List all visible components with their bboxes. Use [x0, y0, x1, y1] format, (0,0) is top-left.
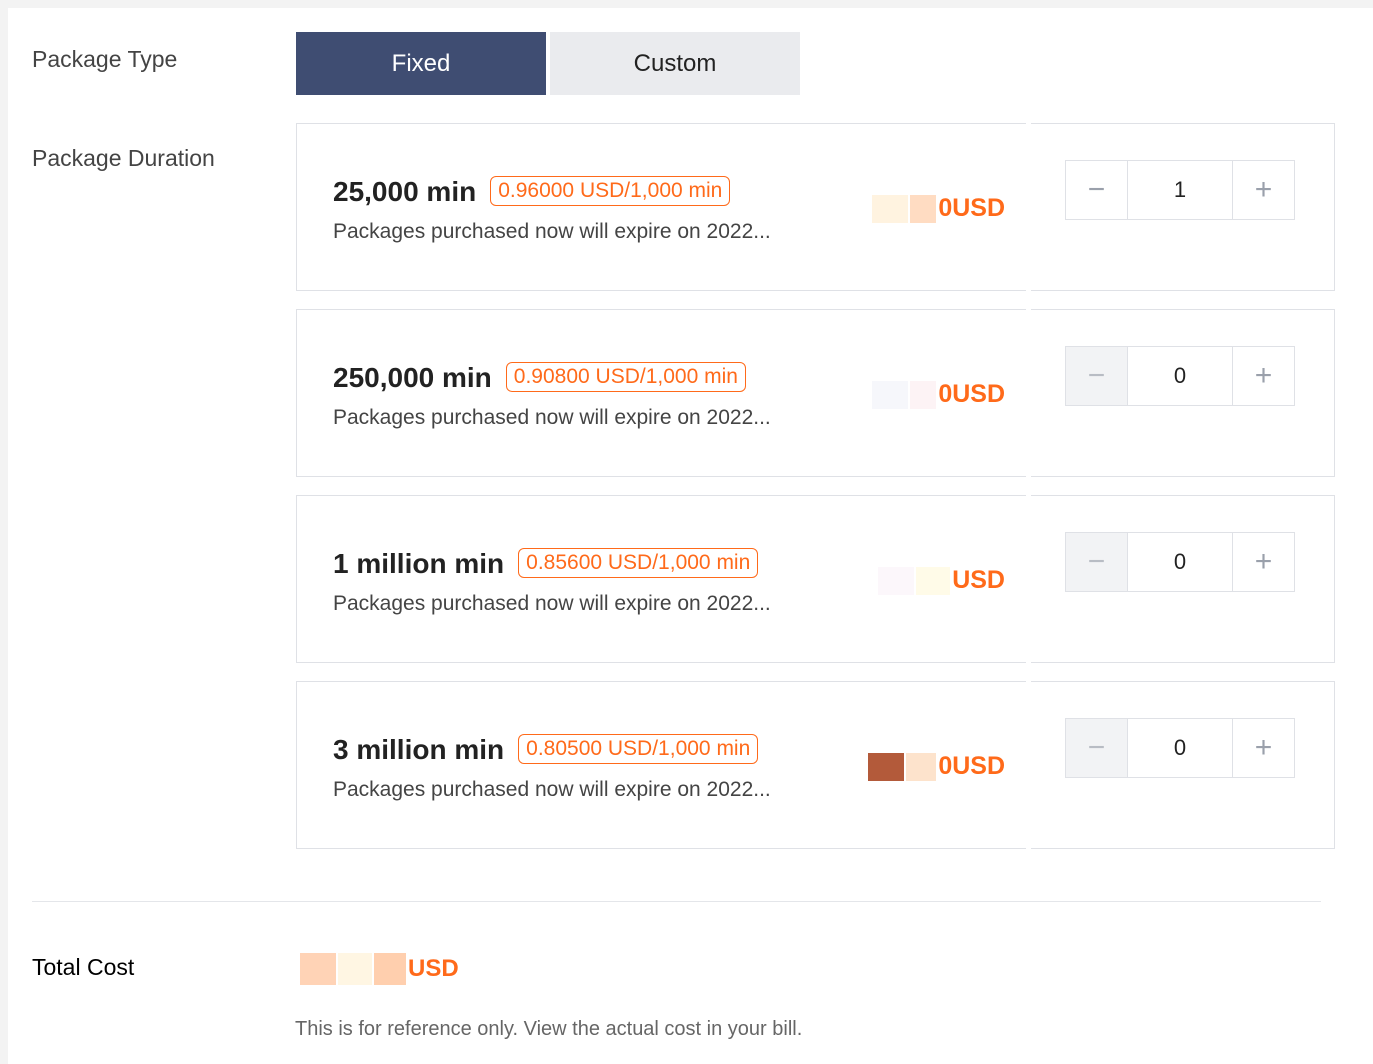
package-type-fixed-button[interactable]: Fixed [296, 32, 546, 95]
increment-button[interactable]: + [1232, 719, 1294, 777]
decrement-button[interactable]: − [1066, 719, 1128, 777]
redacted-blur [910, 194, 937, 223]
package-expire-text: Packages purchased now will expire on 20… [333, 220, 771, 243]
redacted-blur [872, 380, 909, 409]
decrement-button[interactable]: − [1066, 533, 1128, 591]
quantity-box: − + [1031, 681, 1335, 849]
unit-price-tag: 0.80500 USD/1,000 min [518, 734, 759, 764]
total-cost-value: USD [300, 953, 459, 985]
package-type-label: Package Type [32, 46, 178, 72]
package-duration-label: Package Duration [32, 145, 215, 171]
quantity-input[interactable] [1128, 719, 1232, 777]
quantity-input[interactable] [1128, 347, 1232, 405]
quantity-box: − + [1031, 495, 1335, 663]
package-name: 1 million min 0.85600 USD/1,000 min [333, 548, 759, 580]
redacted-blur [906, 752, 937, 781]
package-type-toggle: Fixed Custom [296, 32, 800, 95]
section-divider [32, 901, 1321, 902]
package-name: 250,000 min 0.90800 USD/1,000 min [333, 362, 746, 394]
increment-button[interactable]: + [1232, 161, 1294, 219]
package-name: 25,000 min 0.96000 USD/1,000 min [333, 176, 731, 208]
package-card[interactable]: 3 million min 0.80500 USD/1,000 min Packa… [296, 681, 1040, 849]
purchase-panel: Package Type Fixed Custom Package Durati… [8, 8, 1373, 1064]
total-cost-label: Total Cost [32, 954, 135, 980]
reference-note: This is for reference only. View the act… [295, 1018, 803, 1040]
redacted-blur [300, 953, 336, 985]
package-expire-text: Packages purchased now will expire on 20… [333, 778, 771, 801]
package-card[interactable]: 1 million min 0.85600 USD/1,000 min Packa… [296, 495, 1040, 663]
quantity-input[interactable] [1128, 533, 1232, 591]
package-card[interactable]: 25,000 min 0.96000 USD/1,000 min Packages… [296, 123, 1040, 291]
package-cost: 0USD [872, 194, 1005, 223]
package-cost: USD [878, 566, 1005, 595]
unit-price-tag: 0.85600 USD/1,000 min [518, 548, 759, 578]
package-expire-text: Packages purchased now will expire on 20… [333, 592, 771, 615]
unit-price-tag: 0.96000 USD/1,000 min [490, 176, 731, 206]
redacted-blur [868, 752, 905, 781]
quantity-box: − + [1031, 309, 1335, 477]
redacted-blur [916, 566, 951, 595]
redacted-blur [872, 194, 909, 223]
package-name: 3 million min 0.80500 USD/1,000 min [333, 734, 759, 766]
redacted-blur [878, 566, 915, 595]
package-cost: 0USD [868, 752, 1005, 781]
quantity-input[interactable] [1128, 161, 1232, 219]
unit-price-tag: 0.90800 USD/1,000 min [505, 362, 746, 392]
increment-button[interactable]: + [1232, 533, 1294, 591]
redacted-blur [338, 953, 372, 985]
quantity-stepper: − + [1065, 346, 1295, 406]
quantity-stepper: − + [1065, 532, 1295, 592]
redacted-blur [910, 380, 937, 409]
quantity-stepper: − + [1065, 160, 1295, 220]
decrement-button[interactable]: − [1066, 347, 1128, 405]
increment-button[interactable]: + [1232, 347, 1294, 405]
quantity-stepper: − + [1065, 718, 1295, 778]
redacted-blur [374, 953, 406, 985]
package-card[interactable]: 250,000 min 0.90800 USD/1,000 min Package… [296, 309, 1040, 477]
package-type-custom-button[interactable]: Custom [550, 32, 800, 95]
package-expire-text: Packages purchased now will expire on 20… [333, 406, 771, 429]
package-cost: 0USD [872, 380, 1005, 409]
quantity-box: − + [1031, 123, 1335, 291]
decrement-button[interactable]: − [1066, 161, 1128, 219]
